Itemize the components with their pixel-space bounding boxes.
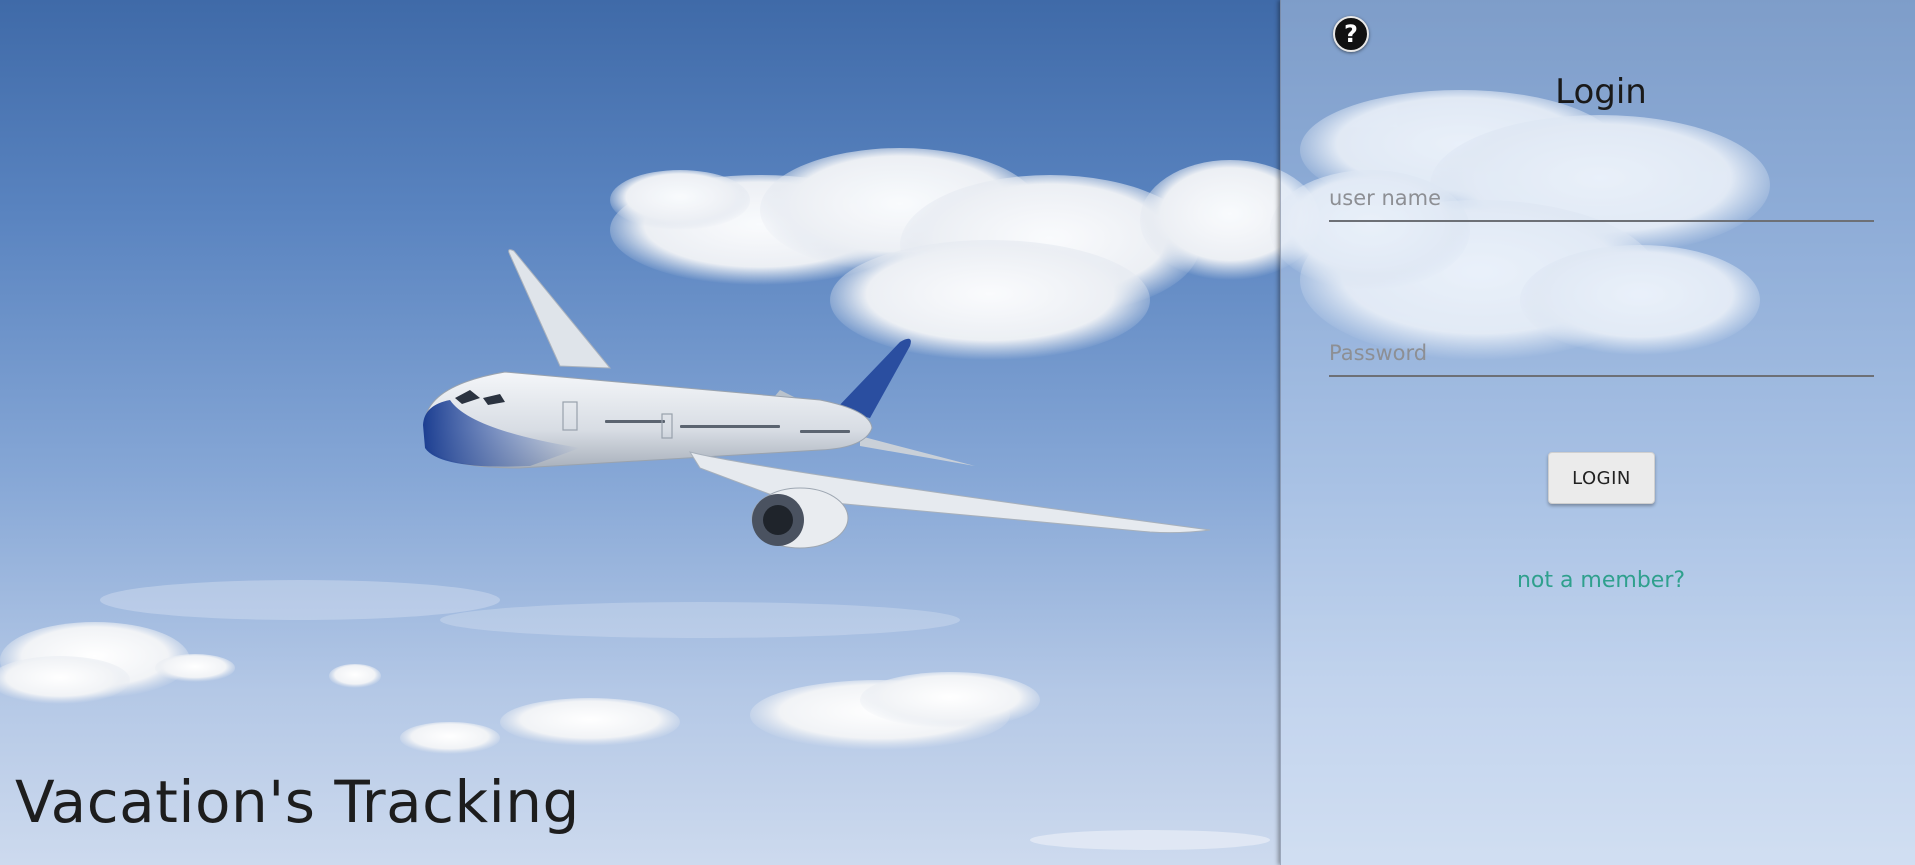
login-heading: Login — [1555, 72, 1647, 112]
question-mark-icon: ? — [1344, 20, 1358, 48]
help-button[interactable]: ? — [1333, 16, 1369, 52]
page-root: Vacation's Tracking ? Login LOGIN not a … — [0, 0, 1915, 865]
login-panel: ? Login LOGIN not a member? — [1280, 0, 1915, 865]
password-input[interactable] — [1329, 331, 1874, 375]
cloud-small-bottom — [400, 672, 1040, 754]
signup-link[interactable]: not a member? — [1281, 568, 1915, 593]
username-input[interactable] — [1329, 176, 1874, 220]
login-button[interactable]: LOGIN — [1548, 452, 1655, 504]
cloud-large — [610, 148, 1320, 360]
cloud-small-left — [0, 622, 381, 704]
app-title: Vacation's Tracking — [15, 768, 580, 836]
password-field — [1329, 331, 1874, 377]
username-field — [1329, 176, 1874, 222]
